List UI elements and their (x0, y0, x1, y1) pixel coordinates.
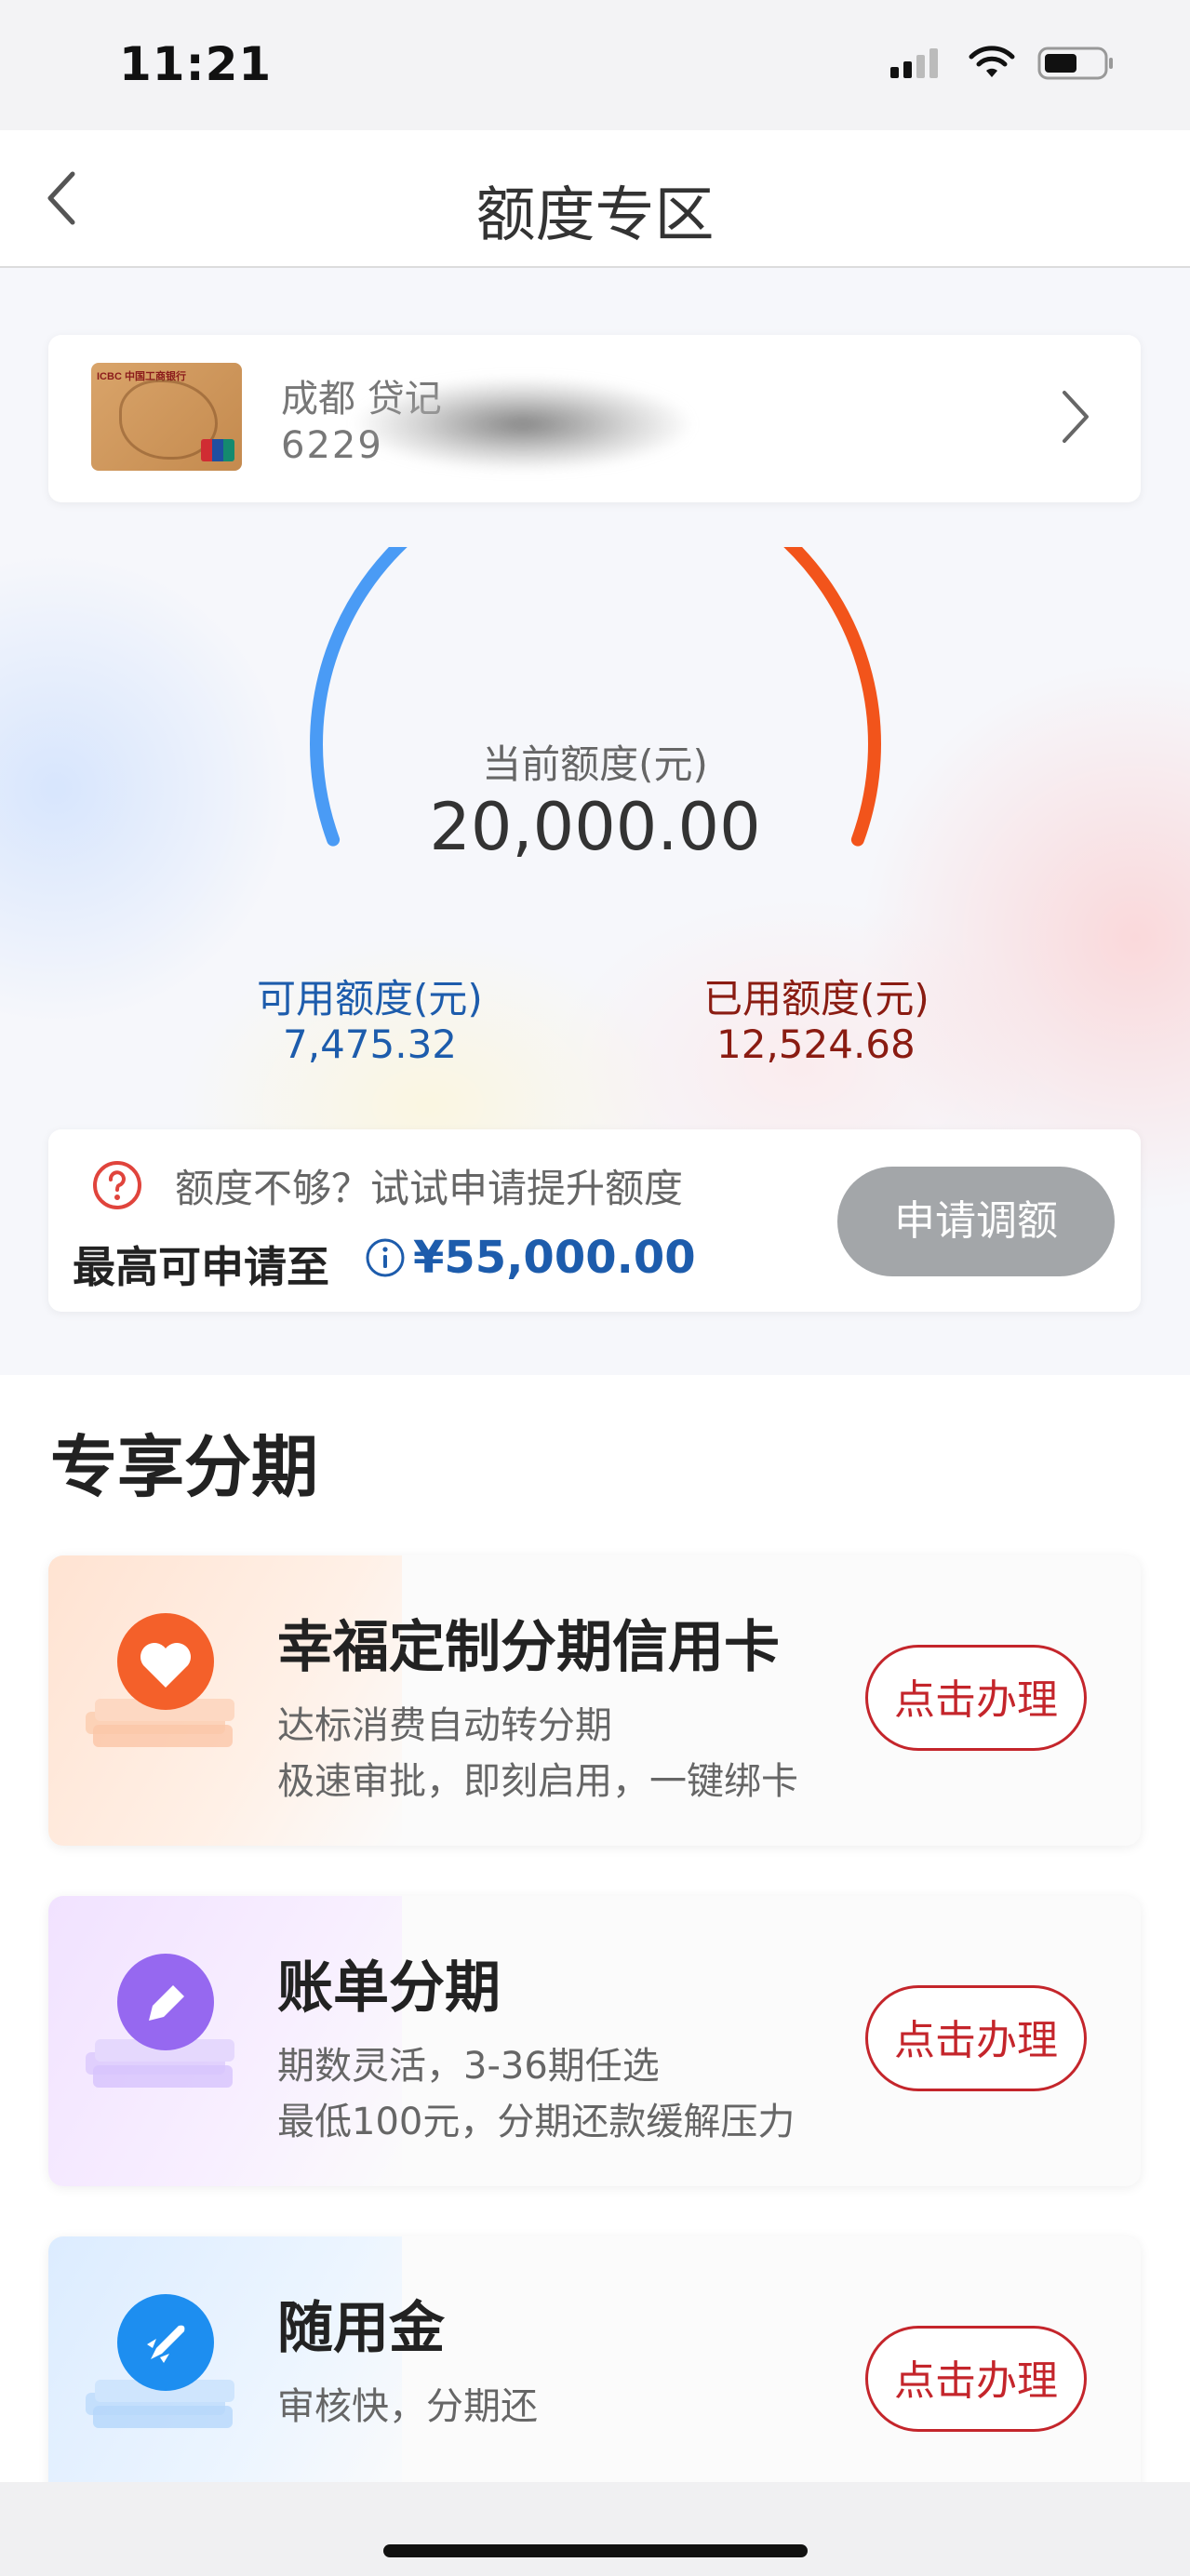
signal-icon (890, 48, 938, 78)
item-desc-2: 最低100元，分期还款缓解压力 (277, 2101, 796, 2143)
card-selector[interactable]: ICBC 中国工商银行 成都 贷记 6229 (48, 335, 1141, 502)
installment-section: 专享分期 幸福定制分期信用卡 达标消费自动转分期 极速审批，即刻启用，一键绑卡 … (0, 1375, 1190, 2527)
item-title: 幸福定制分期信用卡 (277, 1615, 780, 1680)
question-icon (93, 1161, 141, 1209)
used-quota-label: 已用额度(元) (703, 976, 929, 1021)
installment-item-happiness-card[interactable]: 幸福定制分期信用卡 达标消费自动转分期 极速审批，即刻启用，一键绑卡 点击办理 (48, 1555, 1141, 1846)
page-title: 额度专区 (475, 181, 715, 250)
status-time: 11:21 (119, 37, 273, 91)
apply-adjust-button[interactable]: 申请调额 (837, 1167, 1115, 1276)
chevron-right-icon[interactable] (1057, 387, 1094, 447)
current-quota-label: 当前额度(元) (482, 741, 708, 787)
apply-now-button[interactable]: 点击办理 (865, 1645, 1087, 1751)
apply-now-button[interactable]: 点击办理 (865, 2326, 1087, 2432)
home-indicator-area (0, 2482, 1190, 2576)
card-thumbnail: ICBC 中国工商银行 (91, 363, 242, 471)
available-quota-value: 7,475.32 (283, 1021, 458, 1067)
raise-prompt: 额度不够？试试申请提升额度 (175, 1166, 684, 1211)
item-desc-1: 达标消费自动转分期 (277, 1704, 612, 1747)
nav-bar: 额度专区 (0, 130, 1190, 268)
max-apply-value: ¥55,000.00 (413, 1232, 696, 1284)
info-icon[interactable] (365, 1237, 406, 1278)
item-desc-2: 极速审批，即刻启用，一键绑卡 (277, 1760, 798, 1803)
battery-icon (1037, 47, 1113, 80)
pencil-icon (86, 1954, 234, 2088)
rocket-icon (86, 2294, 234, 2428)
apply-now-button[interactable]: 点击办理 (865, 1985, 1087, 2091)
item-desc-1: 审核快，分期还 (277, 2385, 538, 2428)
status-icons (890, 45, 1116, 82)
item-desc-1: 期数灵活，3-36期任选 (277, 2045, 660, 2088)
available-quota-label: 可用额度(元) (257, 976, 483, 1021)
section-title: 专享分期 (50, 1428, 319, 1506)
unionpay-logo (201, 439, 234, 461)
status-bar: 11:21 (0, 0, 1190, 130)
item-title: 随用金 (277, 2296, 445, 2361)
home-indicator[interactable] (383, 2544, 808, 2557)
heart-icon (86, 1613, 234, 1747)
card-redaction-blur (355, 378, 690, 471)
installment-item-bill[interactable]: 账单分期 期数灵活，3-36期任选 最低100元，分期还款缓解压力 点击办理 (48, 1896, 1141, 2186)
current-quota-value: 20,000.00 (429, 789, 761, 865)
quota-panel: ICBC 中国工商银行 成都 贷记 6229 当前额度(元) 20,000.00… (0, 268, 1190, 1375)
item-title: 账单分期 (277, 1955, 501, 2021)
max-apply-label: 最高可申请至 (73, 1242, 329, 1292)
quota-raise-box: 额度不够？试试申请提升额度 最高可申请至 ¥55,000.00 申请调额 (48, 1129, 1141, 1312)
wifi-icon (969, 46, 1015, 77)
used-quota-value: 12,524.68 (716, 1021, 916, 1067)
